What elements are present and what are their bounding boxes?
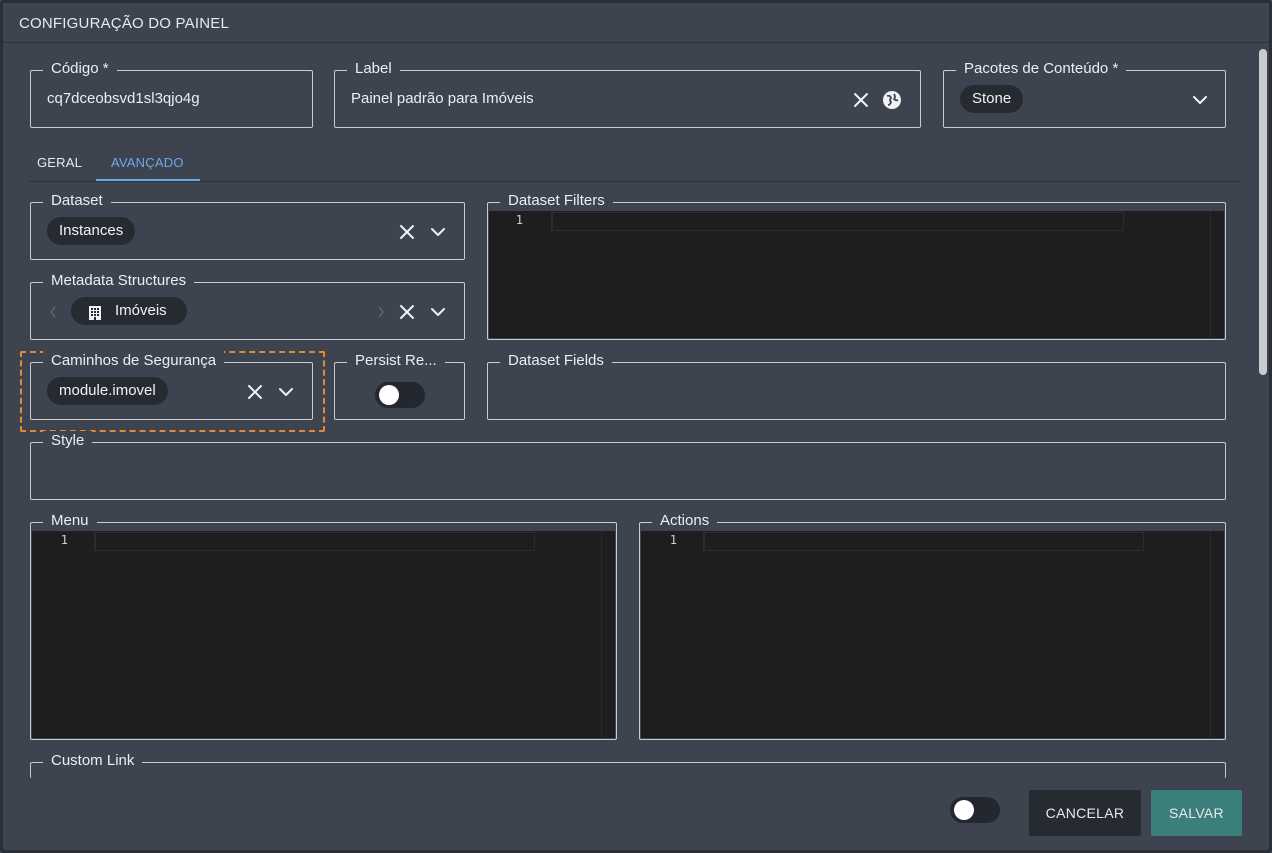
- cancel-button[interactable]: CANCELAR: [1029, 790, 1141, 836]
- current-line: [94, 532, 535, 551]
- pacotes-label: Pacotes de Conteúdo *: [956, 59, 1127, 79]
- footer-toggle[interactable]: [950, 797, 1000, 823]
- metadata-chip-label: Imóveis: [115, 302, 167, 319]
- current-line: [703, 532, 1144, 551]
- toggle-knob: [379, 385, 399, 405]
- actions-label: Actions: [652, 511, 718, 531]
- dialog-titlebar: CONFIGURAÇÃO DO PAINEL: [3, 3, 1269, 43]
- dataset-fields-field[interactable]: Dataset Fields: [487, 351, 1226, 420]
- caminhos-seguranca-field[interactable]: Caminhos de Segurança module.imovel: [30, 351, 313, 420]
- tab-avancado[interactable]: AVANÇADO: [111, 155, 184, 170]
- chevron-down-icon[interactable]: [428, 222, 448, 242]
- dataset-filters-field[interactable]: Dataset Filters 1: [487, 191, 1226, 340]
- current-line: [551, 212, 1124, 231]
- chevron-down-icon[interactable]: [1190, 90, 1210, 110]
- dataset-label: Dataset: [43, 191, 111, 211]
- pacote-chip[interactable]: Stone: [960, 85, 1024, 113]
- pacotes-field[interactable]: Pacotes de Conteúdo * Stone: [943, 59, 1226, 128]
- tab-geral[interactable]: GERAL: [37, 155, 82, 170]
- codigo-value[interactable]: cq7dceobsvd1sl3qjo4g: [47, 90, 200, 107]
- panel-config-dialog: CONFIGURAÇÃO DO PAINEL Código * cq7dceob…: [0, 0, 1272, 853]
- close-icon[interactable]: [851, 90, 871, 110]
- metadata-structures-field[interactable]: Metadata Structures Imóveis: [30, 271, 465, 340]
- persist-label: Persist Re...: [347, 351, 445, 371]
- menu-label: Menu: [43, 511, 97, 531]
- dataset-chip[interactable]: Instances: [47, 217, 136, 245]
- caminhos-seguranca-label: Caminhos de Segurança: [43, 351, 225, 371]
- editor-scrollbar[interactable]: [601, 531, 615, 738]
- close-icon[interactable]: [397, 302, 417, 322]
- line-number: 1: [60, 533, 68, 547]
- metadata-chip[interactable]: Imóveis: [71, 297, 187, 325]
- actions-field[interactable]: Actions 1: [639, 511, 1226, 740]
- dataset-fields-label: Dataset Fields: [500, 351, 612, 371]
- toggle-knob: [954, 800, 974, 820]
- active-tab-indicator: [96, 179, 200, 181]
- caminho-chip[interactable]: module.imovel: [47, 377, 168, 405]
- tab-bar: GERAL AVANÇADO: [29, 149, 1241, 182]
- label-field[interactable]: Label Painel padrão para Imóveis: [334, 59, 921, 128]
- line-number: 1: [515, 213, 523, 227]
- persist-field: Persist Re...: [334, 351, 465, 420]
- actions-editor[interactable]: 1: [641, 531, 1224, 738]
- dataset-filters-label: Dataset Filters: [500, 191, 613, 211]
- editor-scrollbar[interactable]: [1210, 531, 1224, 738]
- dataset-filters-editor[interactable]: 1: [489, 211, 1224, 338]
- menu-field[interactable]: Menu 1: [30, 511, 617, 740]
- save-button[interactable]: SALVAR: [1151, 790, 1242, 836]
- codigo-label: Código *: [43, 59, 117, 79]
- label-label: Label: [347, 59, 400, 79]
- codigo-field[interactable]: Código * cq7dceobsvd1sl3qjo4g: [30, 59, 313, 128]
- chevron-down-icon[interactable]: [428, 302, 448, 322]
- style-field[interactable]: Style: [30, 431, 1226, 500]
- style-label: Style: [43, 431, 93, 451]
- menu-editor[interactable]: 1: [32, 531, 615, 738]
- chevron-down-icon[interactable]: [276, 382, 296, 402]
- chevron-right-icon[interactable]: [371, 302, 391, 322]
- label-value[interactable]: Painel padrão para Imóveis: [351, 90, 534, 107]
- globe-icon[interactable]: [882, 90, 902, 110]
- building-icon: [87, 303, 103, 320]
- persist-toggle[interactable]: [375, 382, 425, 408]
- dialog-title: CONFIGURAÇÃO DO PAINEL: [19, 15, 229, 32]
- metadata-structures-label: Metadata Structures: [43, 271, 195, 291]
- chevron-left-icon[interactable]: [43, 302, 63, 322]
- custom-link-label: Custom Link: [43, 751, 143, 771]
- editor-scrollbar[interactable]: [1210, 211, 1224, 338]
- close-icon[interactable]: [397, 222, 417, 242]
- content-scrollbar-thumb[interactable]: [1259, 49, 1267, 375]
- close-icon[interactable]: [245, 382, 265, 402]
- line-number: 1: [669, 533, 677, 547]
- custom-link-field[interactable]: Custom Link: [30, 751, 1226, 778]
- dataset-field[interactable]: Dataset Instances: [30, 191, 465, 260]
